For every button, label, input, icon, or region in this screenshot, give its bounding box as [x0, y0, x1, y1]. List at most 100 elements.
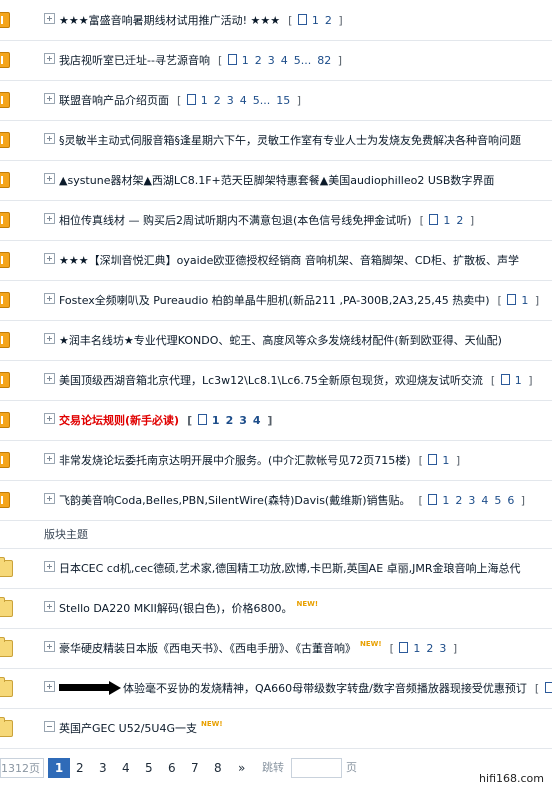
collapse-toggle-icon[interactable]	[44, 721, 55, 732]
expand-toggle-icon[interactable]	[44, 93, 55, 104]
thread-title[interactable]: 美国顶级西湖音箱北京代理，Lc3w12\Lc8.1\Lc6.75全新原包现货，欢…	[59, 372, 533, 388]
thread-page-link[interactable]: 2	[456, 214, 463, 227]
thread-page-link[interactable]: 1	[442, 454, 449, 467]
thread-page-link[interactable]: 82	[317, 54, 331, 67]
expand-toggle-icon[interactable]	[44, 601, 55, 612]
page-icon	[297, 14, 307, 25]
thread-page-link[interactable]: 2	[226, 414, 234, 427]
thread-page-link[interactable]: 1	[312, 14, 319, 27]
expand-toggle-icon[interactable]	[44, 493, 55, 504]
thread-title-text[interactable]: ★润丰名线坊★专业代理KONDO、蛇王、高度风等众多发烧线材配件(新到欧亚得、天…	[59, 334, 502, 347]
thread-page-link[interactable]: 5...	[294, 54, 312, 67]
thread-title-text[interactable]: 交易论坛规则(新手必读)	[59, 414, 179, 427]
page-icon	[399, 642, 409, 653]
thread-title[interactable]: 豪华硬皮精装日本版《西电天书》、《西电手册》、《古董音响》 NEW! [ 123 ]	[59, 640, 457, 656]
expand-toggle-icon[interactable]	[44, 561, 55, 572]
thread-page-link[interactable]: 2	[426, 642, 433, 655]
thread-title[interactable]: 日本CEC cd机,cec德硕,艺术家,德国精工功放,欧博,卡巴斯,英国AE 卓…	[59, 560, 521, 576]
thread-title[interactable]: 联盟音响产品介绍页面[ 1 2 3 4 5... 15 ]	[59, 92, 301, 108]
thread-title-text[interactable]: Stello DA220 MKII解码(银白色)，价格6800。	[59, 602, 292, 615]
jump-page-input[interactable]	[291, 758, 342, 778]
thread-page-link[interactable]: 1	[443, 214, 450, 227]
next-page-button[interactable]: »	[238, 758, 245, 778]
page-number[interactable]: 4	[122, 758, 130, 778]
page-number[interactable]: 7	[191, 758, 199, 778]
thread-title[interactable]: 非常发烧论坛委托南京达明开展中介服务。(中介汇款帐号见72页715楼) [ 1 ]	[59, 452, 460, 468]
thread-title-text[interactable]: ▲systune器材架▲西湖LC8.1F+范天臣脚架特惠套餐▲美国audioph…	[59, 174, 494, 187]
thread-page-link[interactable]: 15	[276, 94, 290, 107]
thread-title-text[interactable]: 联盟音响产品介绍页面	[59, 94, 169, 107]
thread-page-link[interactable]: 1	[413, 642, 420, 655]
thread-title[interactable]: ▲systune器材架▲西湖LC8.1F+范天臣脚架特惠套餐▲美国audioph…	[59, 172, 494, 188]
thread-page-link[interactable]: 3	[268, 54, 275, 67]
thread-title-text[interactable]: 非常发烧论坛委托南京达明开展中介服务。(中介汇款帐号见72页715楼)	[59, 454, 411, 467]
thread-title-text[interactable]: ★★★富盛音响暑期线材试用推广活动! ★★★	[59, 14, 280, 27]
page-number[interactable]: 6	[168, 758, 176, 778]
thread-title[interactable]: 飞韵美音响Coda,Belles,PBN,SilentWire(森特)Davis…	[59, 492, 525, 508]
page-number[interactable]: 8	[214, 758, 222, 778]
thread-page-link[interactable]: 3	[439, 642, 446, 655]
thread-page-link[interactable]: 4	[240, 94, 247, 107]
thread-title-text[interactable]: 英国产GEC U52/5U4G一支	[59, 722, 197, 735]
thread-title[interactable]: §灵敏半主动式伺服音箱§逢星期六下午，灵敏工作室有专业人士为发烧友免费解决各种音…	[59, 132, 521, 148]
thread-title[interactable]: 体验毫不妥协的发烧精神，QA660母带级数字转盘/数字音频播放器现接受优惠预订 […	[59, 680, 552, 696]
thread-title-text[interactable]: §灵敏半主动式伺服音箱§逢星期六下午，灵敏工作室有专业人士为发烧友免费解决各种音…	[59, 134, 521, 147]
expand-toggle-icon[interactable]	[44, 641, 55, 652]
expand-toggle-icon[interactable]	[44, 453, 55, 464]
page-number[interactable]: 3	[99, 758, 107, 778]
thread-page-link[interactable]: 2	[455, 494, 462, 507]
thread-title[interactable]: ★润丰名线坊★专业代理KONDO、蛇王、高度风等众多发烧线材配件(新到欧亚得、天…	[59, 332, 502, 348]
page-number[interactable]: 2	[76, 758, 84, 778]
expand-toggle-icon[interactable]	[44, 333, 55, 344]
thread-page-link[interactable]: 1	[201, 94, 208, 107]
thread-page-link[interactable]: 2	[325, 14, 332, 27]
thread-title[interactable]: 交易论坛规则(新手必读) [ 1234 ]	[59, 412, 272, 428]
thread-page-link[interactable]: 1	[242, 54, 249, 67]
thread-page-link[interactable]: 3	[227, 94, 234, 107]
expand-toggle-icon[interactable]	[44, 413, 55, 424]
expand-toggle-icon[interactable]	[44, 373, 55, 384]
thread-page-link[interactable]: 4	[253, 414, 261, 427]
thread-page-link[interactable]: 5...	[253, 94, 271, 107]
thread-title-text[interactable]: 美国顶级西湖音箱北京代理，Lc3w12\Lc8.1\Lc6.75全新原包现货，欢…	[59, 374, 483, 387]
thread-title[interactable]: ★★★【深圳音悦汇典】oyaide欧亚德授权经销商 音响机架、音箱脚架、CD柜、…	[59, 252, 519, 268]
thread-page-link[interactable]: 4	[281, 54, 288, 67]
thread-title-text[interactable]: 相位传真线材 — 购买后2周试听期内不满意包退(本色信号线免押金试听)	[59, 214, 412, 227]
thread-title-text[interactable]: 豪华硬皮精装日本版《西电天书》、《西电手册》、《古董音响》	[59, 642, 356, 655]
thread-page-link[interactable]: 1	[521, 294, 528, 307]
thread-page-link[interactable]: 3	[468, 494, 475, 507]
thread-title[interactable]: ★★★富盛音响暑期线材试用推广活动! ★★★ [ 12 ]	[59, 12, 343, 28]
thread-title-text[interactable]: 体验毫不妥协的发烧精神，QA660母带级数字转盘/数字音频播放器现接受优惠预订	[123, 682, 527, 695]
thread-page-link[interactable]: 6	[507, 494, 514, 507]
expand-toggle-icon[interactable]	[44, 213, 55, 224]
expand-toggle-icon[interactable]	[44, 53, 55, 64]
thread-page-link[interactable]: 4	[481, 494, 488, 507]
page-number[interactable]: 5	[145, 758, 153, 778]
pinned-thread-icon	[0, 92, 10, 108]
expand-toggle-icon[interactable]	[44, 173, 55, 184]
thread-page-link[interactable]: 2	[255, 54, 262, 67]
thread-title[interactable]: Stello DA220 MKII解码(银白色)，价格6800。 NEW!	[59, 600, 318, 616]
thread-page-link[interactable]: 1	[212, 414, 220, 427]
thread-page-link[interactable]: 3	[239, 414, 247, 427]
page-icon	[227, 54, 237, 65]
thread-title-text[interactable]: 日本CEC cd机,cec德硕,艺术家,德国精工功放,欧博,卡巴斯,英国AE 卓…	[59, 562, 521, 575]
expand-toggle-icon[interactable]	[44, 253, 55, 264]
thread-title[interactable]: 相位传真线材 — 购买后2周试听期内不满意包退(本色信号线免押金试听) [ 12 …	[59, 212, 474, 228]
thread-title[interactable]: Fostex全频喇叭及 Pureaudio 柏韵单晶牛胆机(新品211 ,PA-…	[59, 292, 539, 308]
expand-toggle-icon[interactable]	[44, 13, 55, 24]
page-number[interactable]: 1	[48, 758, 70, 778]
thread-title-text[interactable]: ★★★【深圳音悦汇典】oyaide欧亚德授权经销商 音响机架、音箱脚架、CD柜、…	[59, 254, 519, 267]
expand-toggle-icon[interactable]	[44, 293, 55, 304]
thread-title-text[interactable]: 我店视听室已迁址--寻艺源音响	[59, 54, 210, 67]
thread-title[interactable]: 我店视听室已迁址--寻艺源音响[ 1 2 3 4 5... 82 ]	[59, 52, 342, 68]
expand-toggle-icon[interactable]	[44, 681, 55, 692]
thread-page-link[interactable]: 2	[214, 94, 221, 107]
thread-page-link[interactable]: 5	[494, 494, 501, 507]
thread-title[interactable]: 英国产GEC U52/5U4G一支 NEW!	[59, 720, 223, 736]
thread-title-text[interactable]: 飞韵美音响Coda,Belles,PBN,SilentWire(森特)Davis…	[59, 494, 411, 507]
expand-toggle-icon[interactable]	[44, 133, 55, 144]
thread-page-link[interactable]: 1	[442, 494, 449, 507]
thread-title-text[interactable]: Fostex全频喇叭及 Pureaudio 柏韵单晶牛胆机(新品211 ,PA-…	[59, 294, 490, 307]
thread-page-link[interactable]: 1	[515, 374, 522, 387]
